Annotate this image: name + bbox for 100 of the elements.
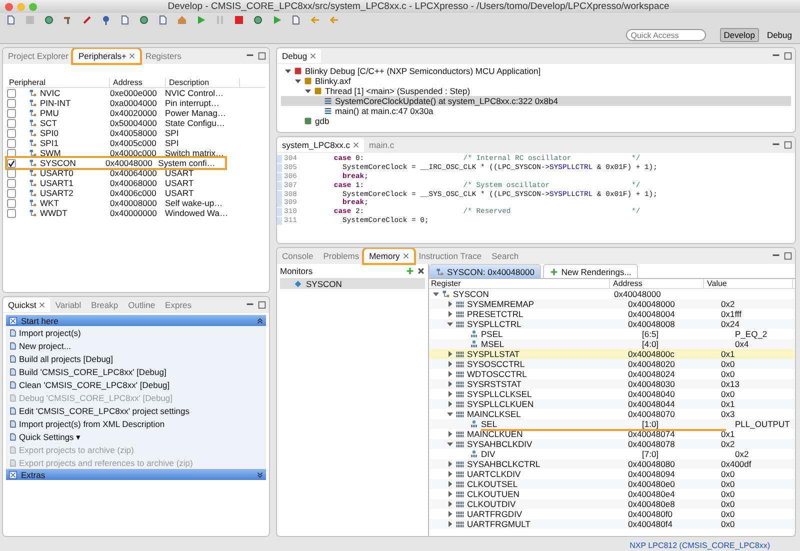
tab[interactable]: Instruction Trace [414,249,487,263]
chevron-icon[interactable] [257,318,263,324]
checkbox[interactable] [7,108,16,118]
table-row[interactable]: SYSCON 0x40048000 System confi… [7,158,225,168]
table-row[interactable]: CLKOUTSEL 0x400480e0 0x0 [429,479,795,489]
expand-triangle-icon[interactable] [447,441,453,447]
table-row[interactable]: WDTOSCCTRL 0x40048024 0x0 [429,369,795,379]
tab[interactable]: Quickst [3,298,50,312]
quickstart-link[interactable]: Build 'CMSIS_CORE_LPC8xx' [Debug] [6,365,266,378]
column-header[interactable]: Value [704,279,793,288]
pin-icon[interactable] [101,15,111,25]
checkbox[interactable] [7,178,16,188]
table-row[interactable]: NVIC 0xe000e000 NVIC Control… [7,88,247,98]
column-header[interactable]: Address [110,78,166,87]
checkbox[interactable] [7,88,16,98]
tab[interactable]: Memory [364,249,414,263]
document-icon[interactable] [158,15,168,25]
table-row[interactable]: UARTFRGMULT 0x400480f4 0x0 [429,519,795,529]
hammer-icon[interactable] [63,15,73,25]
table-row[interactable]: SYSAHBCLKDIV 0x40048078 0x2 [429,439,795,449]
tab[interactable]: Registers [140,49,186,63]
tab[interactable]: Project Explorer [3,49,74,63]
expand-triangle-icon[interactable] [447,491,453,497]
table-row[interactable]: WKT 0x40008000 Self wake-up… [7,198,247,208]
expand-triangle-icon[interactable] [447,321,453,327]
table-row[interactable]: PMU 0x40020000 Power Manag… [7,108,247,118]
expand-triangle-icon[interactable] [447,461,453,467]
close-icon[interactable] [402,253,409,259]
expand-triangle-icon[interactable] [447,311,453,317]
table-row[interactable]: SYSPLLCTRL 0x40048008 0x24 [429,319,795,329]
table-row[interactable]: CLKOUTUEN 0x400480e4 0x0 [429,489,795,499]
table-row[interactable]: USART2 0x4006c000 USART [7,188,247,198]
checkbox[interactable] [7,198,16,208]
tab[interactable]: Outline [123,298,160,312]
document-icon[interactable] [291,15,301,25]
expand-triangle-icon[interactable] [447,361,453,367]
table-row[interactable]: SYSCON 0x40048000 [429,289,795,299]
table-row[interactable]: SYSPLLCLKSEL 0x40048040 0x0 [429,389,795,399]
table-row[interactable]: SYSRSTSTAT 0x40048030 0x13 [429,379,795,389]
table-row[interactable]: SYSPLLSTAT 0x4004800c 0x1 [429,349,795,359]
document-icon[interactable] [120,15,130,25]
checkbox[interactable] [7,128,16,138]
table-row[interactable]: CLKOUTDIV 0x400480e8 0x0 [429,499,795,509]
table-row[interactable]: SYSPLLCLKUEN 0x40048044 0x1 [429,399,795,409]
quickstart-link[interactable]: Quick Settings ▾ [6,430,266,443]
close-icon[interactable] [353,142,360,148]
table-row[interactable]: SEL [1:0] PLL_OUTPUT [429,419,795,429]
expand-triangle-icon[interactable] [447,391,453,397]
checkbox[interactable] [7,188,16,198]
quickstart-link[interactable]: Build all projects [Debug] [6,352,266,365]
quick-access-field[interactable]: Quick Access [626,29,706,41]
debug-tree-item[interactable]: Blinky Debug [C/C++ (NXP Semiconductors) MCU Application] [281,66,791,76]
expand-triangle-icon[interactable] [447,371,453,377]
section-header[interactable]: Extras [6,469,266,480]
quickstart-link[interactable]: Clean 'CMSIS_CORE_LPC8xx' [Debug] [6,378,266,391]
table-row[interactable]: UARTFRGDIV 0x400480f0 0x0 [429,509,795,519]
debug-tree-item[interactable]: Blinky.axf [281,76,791,86]
column-header[interactable]: Address [610,279,704,288]
tab[interactable]: Breakp [86,298,124,312]
debug-tree-item[interactable]: SystemCoreClockUpdate() at system_LPC8xx.c:322 0x8b4 [281,96,791,106]
tab[interactable]: system_LPC8xx.c [277,138,364,152]
table-row[interactable]: SYSOSCCTRL 0x40048020 0x0 [429,359,795,369]
column-header[interactable]: Register [429,279,610,288]
gear-icon[interactable] [139,15,149,25]
expand-triangle-icon[interactable] [447,411,453,417]
add-icon[interactable] [406,267,414,275]
tab[interactable]: Search [486,249,524,263]
maximize-icon[interactable] [258,52,266,60]
table-row[interactable]: PRESETCTRL 0x40048004 0x1fff [429,309,795,319]
tab[interactable]: main.c [364,138,400,152]
debug-tree-item[interactable]: gdb [281,116,791,126]
tab[interactable]: Console [277,249,318,263]
rendering-tab[interactable]: SYSCON: 0x40048000 [429,264,542,278]
column-header[interactable]: Peripheral [7,78,110,87]
table-row[interactable]: SYSMEMREMAP 0x40048000 0x2 [429,299,795,309]
table-row[interactable]: WWDT 0x40000000 Windowed Wa… [7,208,247,218]
tab[interactable]: Peripherals+ [73,49,140,63]
quickstart-link[interactable]: Import project(s) from XML Description [6,417,266,430]
expand-triangle-icon[interactable] [447,381,453,387]
debug-tree-item[interactable]: main() at main.c:47 0x30a [281,106,791,116]
checkbox[interactable] [7,98,16,108]
table-row[interactable]: SPI0 0x40058000 SPI [7,128,247,138]
status-link[interactable]: NXP LPC812 (CMSIS_CORE_LPC8xx) [630,540,770,550]
rendering-tab[interactable]: New Renderings... [543,264,638,278]
checkbox[interactable] [7,118,16,128]
checkbox[interactable] [7,158,16,168]
table-row[interactable]: SPI1 0x4005c000 SPI [7,138,247,148]
tab[interactable]: Expres [160,298,197,312]
debug-tree-item[interactable]: Thread [1] <main> (Suspended : Step) [281,86,791,96]
table-row[interactable]: USART0 0x40064000 USART [7,168,247,178]
remove-icon[interactable] [417,267,425,275]
expand-triangle-icon[interactable] [447,401,453,407]
table-row[interactable]: USART1 0x40068000 USART [7,178,247,188]
chevron-icon[interactable] [257,472,263,478]
close-icon[interactable] [5,2,13,10]
expand-triangle-icon[interactable] [447,471,453,477]
table-row[interactable]: MAINCLKUEN 0x40048074 0x1 [429,429,795,439]
quickstart-link[interactable]: Edit 'CMSIS_CORE_LPC8xx' project settings [6,404,266,417]
close-icon[interactable] [310,53,316,59]
maximize-icon[interactable] [784,252,792,260]
